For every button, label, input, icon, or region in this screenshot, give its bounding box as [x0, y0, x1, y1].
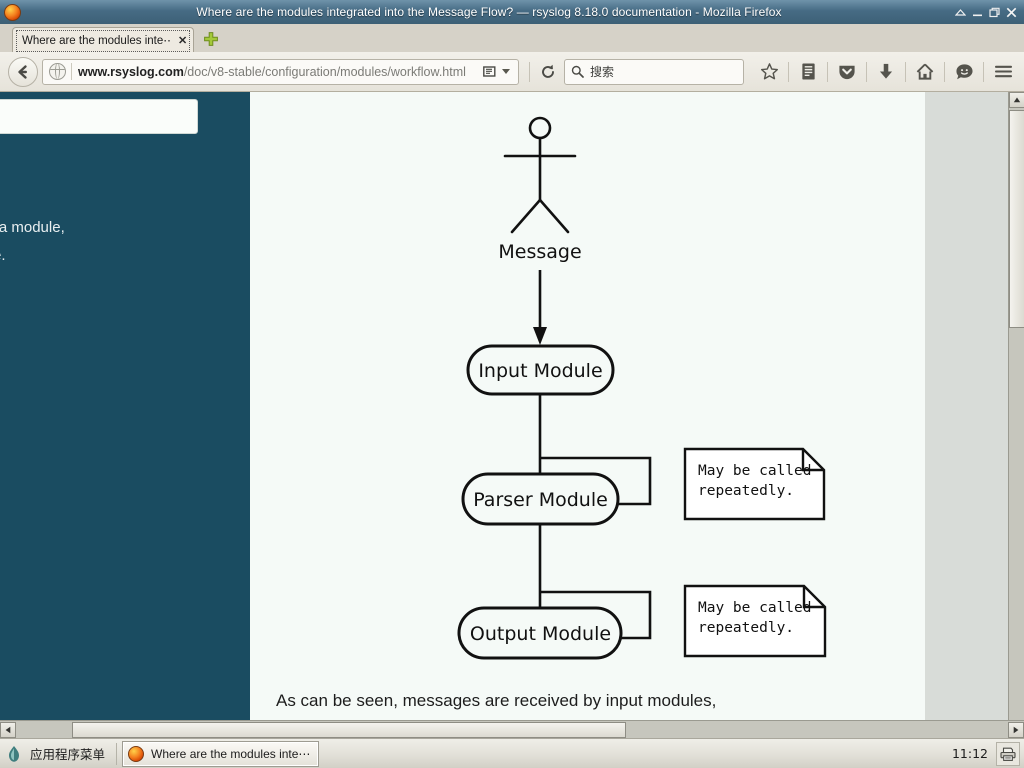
url-path: /doc/v8-stable/configuration/modules/wor…	[183, 64, 466, 79]
sidebar-hint-line1: earch terms or a module,	[0, 219, 65, 236]
app-menu-icon	[9, 745, 19, 762]
downloads-icon[interactable]	[871, 58, 901, 86]
note-output-line1: May be called	[698, 600, 812, 616]
reload-button[interactable]	[534, 58, 562, 86]
body-paragraph: As can be seen, messages are received by…	[276, 686, 896, 720]
node-parser-module-label: Parser Module	[473, 489, 608, 511]
desktop-taskbar: 应用程序菜单 Where are the modules inte⋯ 11:12	[0, 738, 1024, 768]
paragraph-line-1: As can be seen, messages are received by…	[276, 691, 717, 710]
actor-icon	[503, 116, 577, 234]
bookmark-star-icon[interactable]	[754, 58, 784, 86]
firefox-icon	[2, 1, 24, 23]
share-icon[interactable]	[949, 58, 979, 86]
tab-title: Where are the modules inte⋯	[22, 35, 172, 47]
message-flow-diagram: Message Input Module Parser Module Outpu…	[250, 92, 925, 672]
note-parser-line2: repeatedly.	[698, 483, 794, 499]
node-input-module-label: Input Module	[478, 360, 602, 382]
actor-label: Message	[498, 241, 581, 263]
scroll-left-arrow-icon[interactable]	[0, 722, 16, 738]
scroll-right-arrow-icon[interactable]	[1008, 722, 1024, 738]
docs-content: Message Input Module Parser Module Outpu…	[250, 92, 925, 720]
uml-activity-diagram: Message Input Module Parser Module Outpu…	[457, 116, 827, 660]
taskbar-window-label: Where are the modules inte⋯	[151, 746, 311, 761]
taskbar-clock: 11:12	[951, 746, 988, 761]
note-output-line2: repeatedly.	[698, 620, 794, 636]
firefox-icon	[128, 745, 145, 762]
printer-icon[interactable]	[996, 741, 1020, 766]
note-parser-line1: May be called	[698, 463, 812, 479]
sidebar-search-input[interactable]	[0, 99, 198, 134]
back-button[interactable]	[8, 56, 38, 87]
taskbar-window-button[interactable]: Where are the modules inte⋯	[122, 740, 320, 767]
sidebar-hint-line2: r function name.	[0, 247, 6, 264]
menu-icon[interactable]	[988, 58, 1018, 86]
taskbar-separator	[116, 742, 118, 765]
horizontal-scrollbar-thumb[interactable]	[72, 722, 626, 738]
search-bar[interactable]: 搜索	[564, 58, 744, 85]
window-titlebar: Where are the modules integrated into th…	[0, 0, 1024, 24]
note-output: May be called repeatedly.	[683, 584, 827, 658]
vertical-scrollbar-thumb[interactable]	[1009, 110, 1024, 328]
application-menu-button[interactable]: 应用程序菜单	[0, 741, 113, 767]
chevron-down-icon[interactable]	[502, 69, 510, 74]
tab-close-icon[interactable]: ✕	[178, 34, 187, 47]
vertical-scrollbar[interactable]	[1008, 92, 1024, 720]
page-viewport: earch terms or a module, r function name…	[0, 92, 1024, 720]
browser-tab[interactable]: Where are the modules inte⋯ ✕	[12, 27, 195, 52]
node-output-module-label: Output Module	[470, 623, 611, 645]
toolbar-separator	[529, 61, 530, 82]
library-icon[interactable]	[793, 58, 823, 86]
system-tray: 11:12	[951, 741, 1024, 766]
window-title: Where are the modules integrated into th…	[196, 5, 782, 19]
url-text: www.rsyslog.com/doc/v8-stable/configurat…	[78, 65, 480, 79]
shade-window-icon[interactable]	[954, 5, 967, 19]
new-tab-button[interactable]	[202, 30, 220, 48]
docs-sidebar: earch terms or a module, r function name…	[0, 92, 250, 720]
site-identity-icon	[49, 63, 66, 80]
arrow-actor-to-input	[533, 270, 547, 345]
maximize-window-icon[interactable]	[988, 5, 1001, 19]
tab-strip: Where are the modules inte⋯ ✕	[0, 24, 1024, 53]
horizontal-scrollbar[interactable]	[0, 720, 1024, 738]
reader-mode-icon[interactable]	[480, 62, 500, 82]
navigation-toolbar: www.rsyslog.com/doc/v8-stable/configurat…	[0, 52, 1024, 92]
application-menu-label: 应用程序菜单	[30, 747, 106, 762]
pocket-icon[interactable]	[832, 58, 862, 86]
window-controls	[954, 5, 1024, 19]
scroll-up-arrow-icon[interactable]	[1009, 92, 1024, 108]
note-parser: May be called repeatedly.	[683, 447, 826, 521]
sidebar-search-hint: earch terms or a module, r function name…	[0, 214, 218, 270]
toolbar-icon-group	[754, 58, 1018, 86]
address-bar[interactable]: www.rsyslog.com/doc/v8-stable/configurat…	[42, 58, 519, 85]
minimize-window-icon[interactable]	[971, 5, 984, 19]
search-input-placeholder: 搜索	[590, 65, 615, 79]
close-window-icon[interactable]	[1005, 5, 1018, 19]
search-icon	[571, 65, 584, 78]
url-host: www.rsyslog.com	[78, 64, 184, 79]
urlbar-separator	[71, 63, 72, 80]
home-icon[interactable]	[910, 58, 940, 86]
firefox-window: Where are the modules integrated into th…	[0, 0, 1024, 768]
